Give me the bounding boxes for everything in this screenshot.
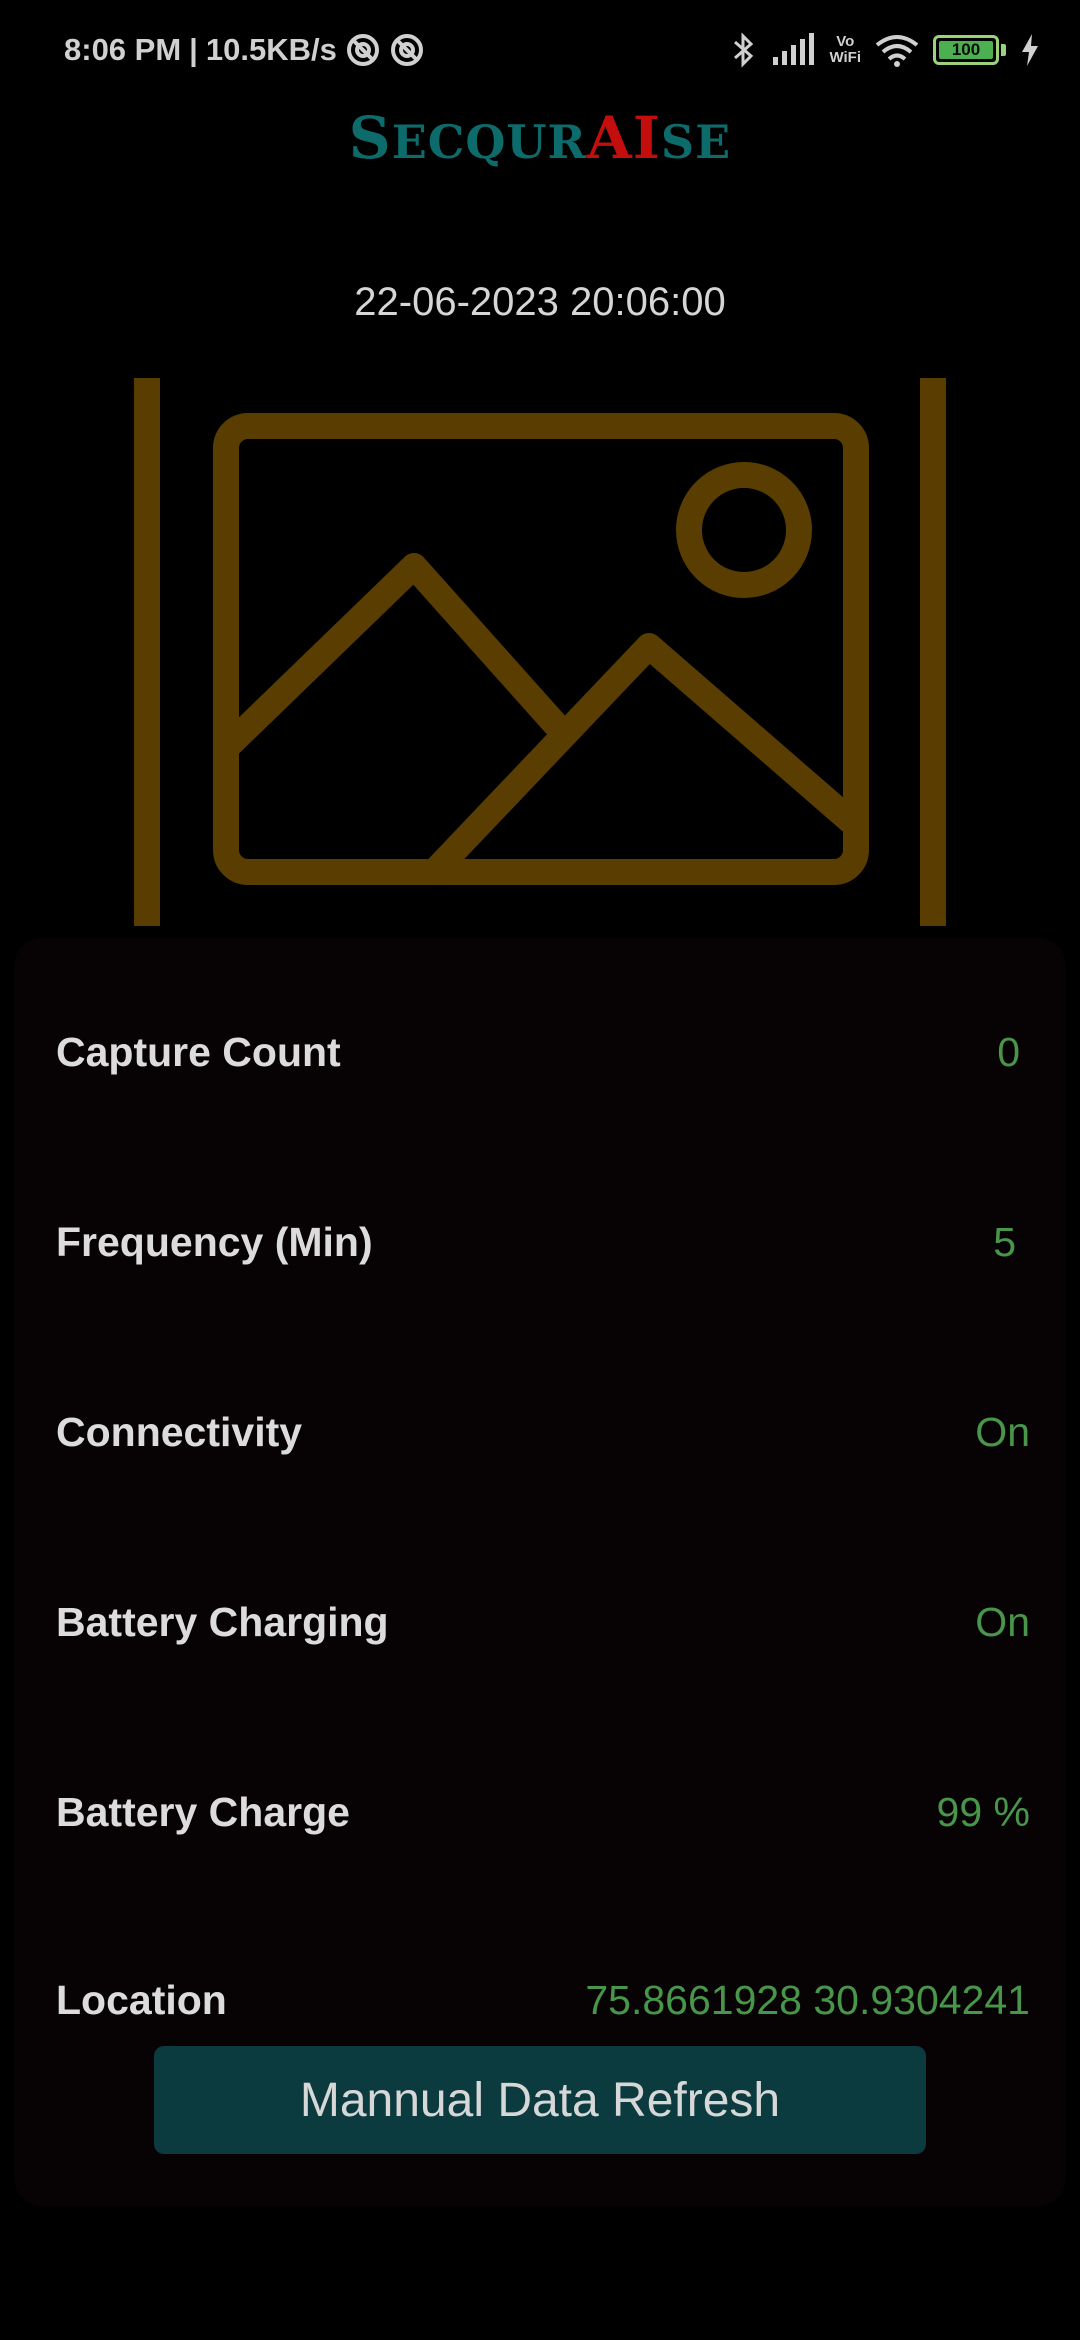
info-label: Location — [56, 1976, 227, 2023]
data-saver-icon — [390, 34, 423, 66]
info-value: 75.8661928 30.9304241 — [585, 1976, 1030, 2023]
battery-icon: 100 — [933, 35, 999, 65]
info-label: Frequency (Min) — [56, 1218, 373, 1265]
wifi-icon — [875, 35, 919, 67]
info-value: On — [975, 1408, 1030, 1455]
status-left: 8:06 PM | 10.5KB/s — [64, 32, 425, 68]
info-row-battery-charge: Battery Charge 99 % — [14, 1772, 1066, 1852]
info-value: On — [975, 1598, 1030, 1645]
info-row-location: Location 75.8661928 30.9304241 — [14, 1960, 1066, 2040]
app-screen: 8:06 PM | 10.5KB/s Vo WiFi 100 SECQURAIS… — [0, 0, 1080, 2340]
logo-part-1: S — [348, 104, 392, 172]
status-bar: 8:06 PM | 10.5KB/s Vo WiFi 100 — [0, 0, 1080, 100]
status-time: 8:06 PM — [64, 32, 182, 67]
app-logo: SECQURAISE — [0, 104, 1080, 172]
info-label: Capture Count — [56, 1028, 341, 1075]
battery-tip — [1001, 44, 1006, 56]
manual-data-refresh-button[interactable]: Mannual Data Refresh — [154, 2046, 926, 2154]
info-value: 5 — [993, 1218, 1016, 1265]
device-info-card: Capture Count 0 Frequency (Min) 5 Connec… — [14, 938, 1066, 2206]
battery-level: 100 — [951, 40, 981, 59]
info-label: Battery Charge — [56, 1788, 350, 1835]
status-separator: | — [189, 32, 198, 67]
network-speed: 10.5KB/s — [205, 32, 337, 67]
logo-part-2: ECQUR — [391, 115, 587, 169]
info-value: 99 % — [936, 1788, 1030, 1835]
bluetooth-icon — [734, 32, 754, 68]
info-row-capture-count: Capture Count 0 — [14, 1012, 1066, 1092]
image-placeholder-icon — [134, 378, 946, 926]
vowifi-line2: WiFi — [829, 49, 861, 66]
info-row-battery-charging: Battery Charging On — [14, 1582, 1066, 1662]
vowifi-icon: Vo WiFi — [829, 34, 861, 66]
info-value: 0 — [997, 1028, 1020, 1075]
info-row-connectivity: Connectivity On — [14, 1392, 1066, 1472]
info-label: Battery Charging — [56, 1598, 389, 1645]
data-saver-icon — [346, 34, 379, 66]
capture-datetime: 22-06-2023 20:06:00 — [354, 280, 726, 324]
info-label: Connectivity — [56, 1408, 303, 1455]
captured-image — [134, 376, 948, 928]
charging-icon — [1022, 34, 1038, 66]
signal-icon — [773, 33, 815, 65]
logo-part-4: SE — [660, 115, 732, 169]
info-row-frequency: Frequency (Min) 5 — [14, 1202, 1066, 1282]
status-right: Vo WiFi 100 — [731, 32, 1040, 68]
vowifi-line1: Vo — [836, 33, 855, 50]
logo-part-3: AI — [586, 104, 661, 172]
